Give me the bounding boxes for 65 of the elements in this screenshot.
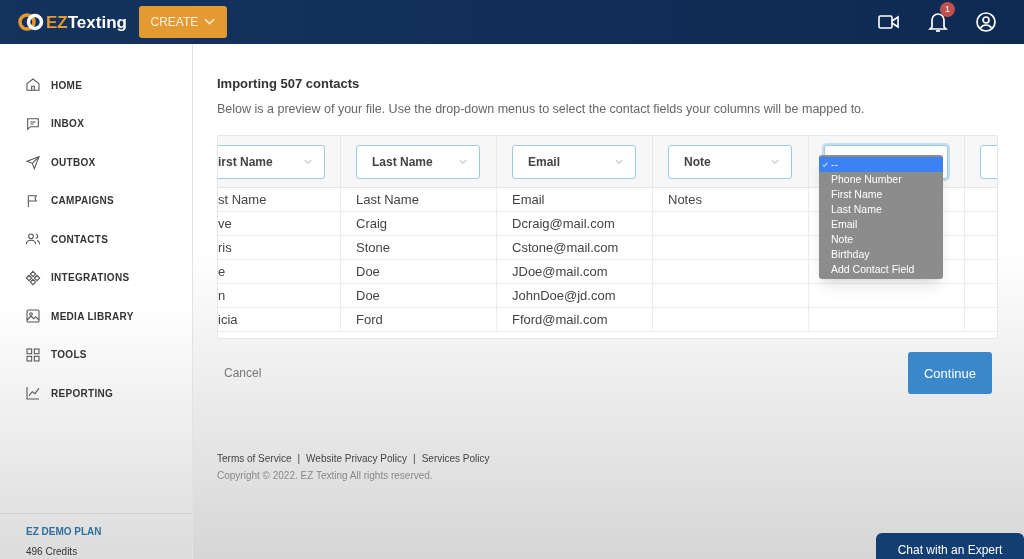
table-cell-text: Notes — [668, 191, 702, 209]
sidebar-item[interactable]: MEDIA LIBRARY — [0, 297, 192, 336]
image-icon — [25, 308, 41, 325]
sidebar-item[interactable]: TOOLS — [0, 335, 192, 374]
table-cell-text: icia — [218, 311, 238, 329]
table-cell-text: Dcraig@mail.com — [512, 215, 615, 233]
table-cell-text: Doe — [356, 287, 380, 305]
table-cell-text: Doe — [356, 263, 380, 281]
diamonds-icon — [25, 269, 41, 286]
sidebar-item[interactable]: REPORTING — [0, 374, 192, 413]
sidebar-item[interactable]: HOME — [0, 66, 192, 105]
table-cell-text: Ford — [356, 311, 383, 329]
cancel-link[interactable]: Cancel — [224, 364, 262, 383]
table-cell-text: ris — [218, 239, 232, 257]
notification-badge: 1 — [940, 2, 955, 17]
table-cell-text: e — [218, 263, 226, 281]
table-cell-text: JohnDoe@jd.com — [512, 287, 616, 305]
sidebar-item[interactable]: INBOX — [0, 104, 192, 143]
sidebar-item[interactable]: OUTBOX — [0, 143, 192, 182]
field-mapping-select[interactable]: irst Name — [218, 144, 325, 179]
copyright-text: Copyright © 2022. EZ Texting All rights reserved. — [217, 469, 434, 484]
footer-link[interactable]: Terms of Service — [217, 451, 292, 467]
dropdown-option[interactable]: -- — [819, 157, 943, 173]
table-cell-text: n — [218, 287, 226, 305]
chevron-down-icon — [771, 158, 779, 165]
sidebar-item[interactable]: CAMPAIGNS — [0, 181, 192, 220]
house-icon — [25, 77, 41, 94]
chat-button[interactable]: Chat with an Expert — [876, 533, 1024, 559]
chat-bubble-icon — [25, 115, 41, 132]
continue-button[interactable]: Continue — [908, 352, 992, 395]
link-separator: | — [413, 452, 416, 467]
footer-link[interactable]: Services Policy — [421, 451, 490, 467]
user-avatar-icon[interactable] — [976, 12, 996, 32]
table-cell-text: Last Name — [356, 191, 419, 209]
chevron-down-icon — [615, 158, 623, 165]
chevron-down-icon — [459, 158, 467, 165]
sidebar-item[interactable]: INTEGRATIONS — [0, 258, 192, 297]
video-camera-icon[interactable] — [878, 14, 900, 30]
logo-icon — [18, 11, 44, 33]
table-cell-text: Fford@mail.com — [512, 311, 608, 329]
footer-link[interactable]: Website Privacy Policy — [306, 451, 408, 467]
grid-icon — [25, 346, 41, 363]
table-cell-text: st Name — [218, 191, 267, 209]
line-chart-icon — [25, 385, 41, 402]
checkmark-icon — [822, 161, 828, 168]
link-separator: | — [297, 452, 301, 467]
table-cell-text: JDoe@mail.com — [512, 263, 608, 281]
table-cell-text: Cstone@mail.com — [512, 239, 619, 257]
credits-text: 496 Credits — [26, 545, 79, 559]
table-cell-text: Craig — [356, 215, 388, 233]
table-cell-text: Stone — [356, 239, 390, 257]
sidebar-item[interactable]: CONTACTS — [0, 220, 192, 259]
field-mapping-select[interactable]: Last Name — [356, 144, 480, 179]
import-title: Importing 507 contacts — [217, 75, 361, 93]
table-cell-text: Email — [512, 191, 545, 209]
plan-name: EZ DEMO PLAN — [26, 525, 103, 539]
field-mapping-select[interactable]: Email — [512, 144, 636, 179]
import-description: Below is a preview of your file. Use the drop-down menus to select the contact fields your columns will be mapped to. — [217, 100, 866, 118]
table-cell-text: ve — [218, 215, 232, 233]
paper-plane-icon — [25, 154, 41, 171]
chevron-down-icon — [204, 18, 216, 26]
chevron-down-icon — [304, 158, 312, 165]
logo-text: EZTexting — [46, 13, 127, 31]
field-mapping-select[interactable]: Note — [668, 144, 792, 179]
bell-icon[interactable] — [928, 11, 948, 33]
